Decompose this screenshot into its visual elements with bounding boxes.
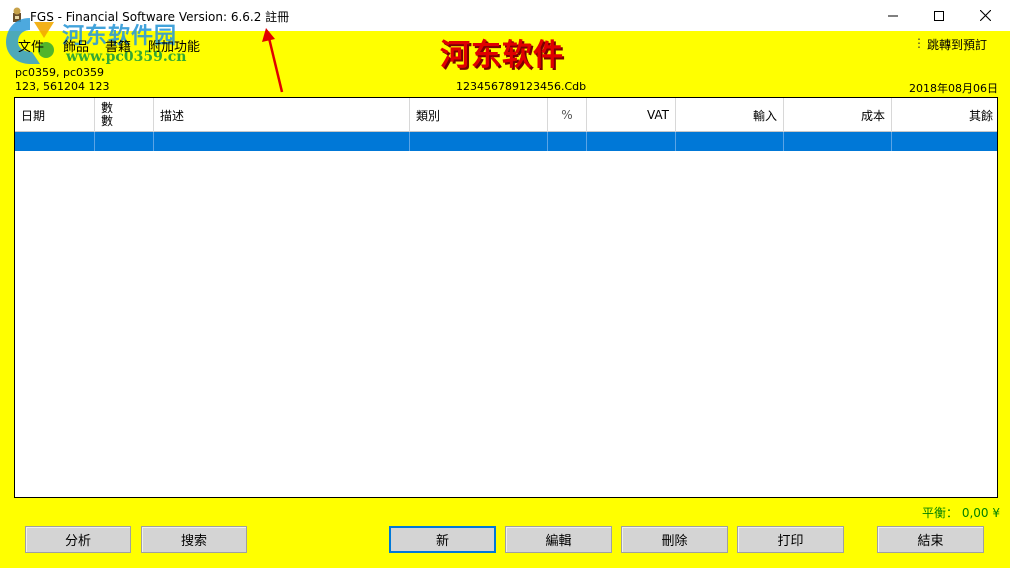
table-cell [892,132,997,151]
user-info-line2: 123, 561204 123 [15,80,110,93]
more-dots-icon: ⋮ [913,36,925,50]
close-button[interactable] [962,0,1008,31]
analyze-button[interactable]: 分析 [25,526,131,553]
col-vat[interactable]: VAT [587,98,676,132]
transactions-table[interactable]: 日期 數 數 描述 類別 % VAT 輸入 成本 其餘 [14,97,998,498]
jump-to-booking-link[interactable]: 跳轉到預訂 [927,36,987,53]
database-file: 123456789123456.Cdb [456,80,587,93]
table-row[interactable] [15,132,997,151]
new-button[interactable]: 新 [389,526,496,553]
col-date[interactable]: 日期 [15,98,95,132]
table-header: 日期 數 數 描述 類別 % VAT 輸入 成本 其餘 [15,98,997,132]
current-date: 2018年08月06日 [909,82,998,95]
minimize-button[interactable] [870,0,916,31]
menu-books[interactable]: 書籍 [105,36,131,55]
menu-extras[interactable]: 附加功能 [148,36,200,55]
brand-title: 河东软件 [440,38,564,73]
col-description[interactable]: 描述 [154,98,410,132]
menu-accessories[interactable]: 飾品 [63,36,89,55]
col-input[interactable]: 輸入 [676,98,784,132]
menu-file[interactable]: 文件 [18,36,44,55]
minimize-icon [888,15,898,16]
table-cell [587,132,676,151]
user-info-line1: pc0359, pc0359 [15,66,105,79]
col-cost[interactable]: 成本 [784,98,892,132]
table-cell [154,132,410,151]
maximize-button[interactable] [916,0,962,31]
balance-label: 平衡： 0,00 ¥ [922,506,1000,520]
table-cell [784,132,892,151]
delete-button[interactable]: 刪除 [621,526,728,553]
col-percent[interactable]: % [548,98,587,132]
col-category[interactable]: 類別 [410,98,548,132]
table-cell [676,132,784,151]
maximize-icon [934,10,944,21]
table-cell [548,132,587,151]
print-button[interactable]: 打印 [737,526,844,553]
edit-button[interactable]: 編輯 [505,526,612,553]
end-button[interactable]: 結束 [877,526,984,553]
annotation-arrow-icon [262,28,284,93]
col-remaining[interactable]: 其餘 [892,98,997,132]
col-count[interactable]: 數 數 [95,98,154,132]
search-button[interactable]: 搜索 [141,526,247,553]
close-icon [979,10,991,21]
table-cell [410,132,548,151]
table-cell [95,132,154,151]
table-cell [15,132,95,151]
col-count-label: 數 數 [101,101,114,128]
